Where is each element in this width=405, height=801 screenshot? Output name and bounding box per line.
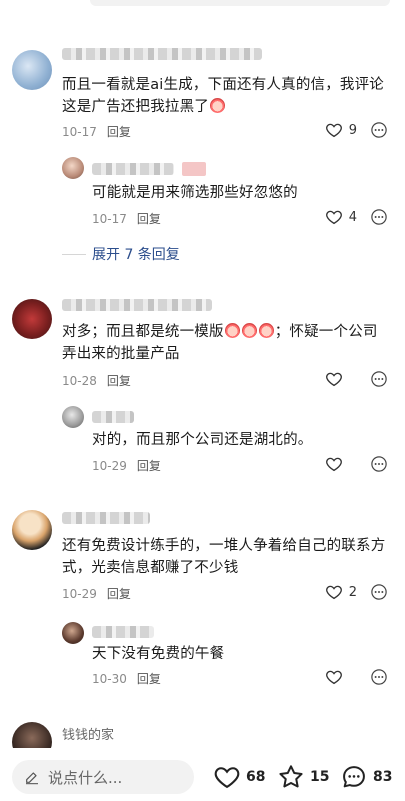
comment-date: 10-30 xyxy=(92,672,127,686)
comment-meta: 10-30 回复 xyxy=(92,670,161,687)
heart-icon xyxy=(214,767,240,789)
author-badge xyxy=(182,162,206,176)
crying-emoji-icon xyxy=(241,323,257,338)
like-button[interactable]: 9 xyxy=(325,121,357,139)
heart-icon xyxy=(325,123,342,138)
like-button[interactable] xyxy=(325,370,357,388)
comment-date: 10-17 xyxy=(62,125,97,139)
crying-emoji-icon xyxy=(258,323,274,338)
comment-meta: 10-17 回复 xyxy=(62,123,131,140)
more-options-icon[interactable] xyxy=(370,583,388,601)
comment-text: 还有免费设计练手的，一堆人争着给自己的联系方式，光卖信息都赚了不少钱 xyxy=(62,538,386,576)
reply-button[interactable]: 回复 xyxy=(137,672,161,686)
comment-text: 而且一看就是ai生成，下面还有人真的信，我评论这是广告还把我拉黑了 xyxy=(62,74,387,118)
crying-emoji-icon xyxy=(210,98,225,113)
comment-input-placeholder: 说点什么... xyxy=(48,768,123,787)
favorite-button[interactable]: 15 xyxy=(277,760,329,794)
divider xyxy=(62,253,86,255)
reply-button[interactable]: 回复 xyxy=(137,212,161,226)
bottom-action-bar: 说点什么... 68 15 83 xyxy=(0,748,405,801)
heart-icon xyxy=(326,457,342,472)
heart-icon xyxy=(326,670,342,685)
like-button[interactable]: 2 xyxy=(325,583,357,601)
crying-emoji-icon xyxy=(224,323,240,338)
more-options-icon[interactable] xyxy=(370,121,388,139)
reply-button[interactable]: 回复 xyxy=(137,459,161,473)
reply-button[interactable]: 回复 xyxy=(107,587,131,601)
comment-input[interactable]: 说点什么... xyxy=(12,760,194,794)
comment-text-part: 对多；而且都是统一模版 xyxy=(62,324,224,340)
avatar[interactable] xyxy=(12,50,52,90)
like-count: 9 xyxy=(348,122,357,138)
favorite-count: 15 xyxy=(310,769,330,785)
avatar[interactable] xyxy=(62,157,84,179)
comment-meta: 10-17 回复 xyxy=(92,210,161,227)
like-button[interactable]: 4 xyxy=(325,208,357,226)
post-like-count: 68 xyxy=(246,769,266,785)
more-options-icon[interactable] xyxy=(370,370,388,388)
comment-bubble-icon xyxy=(343,766,365,788)
like-count: 2 xyxy=(348,584,357,600)
star-icon xyxy=(279,765,303,788)
more-options-icon[interactable] xyxy=(370,455,388,473)
reply-button[interactable]: 回复 xyxy=(107,374,131,388)
author-name[interactable]: 钱钱的家 xyxy=(62,724,114,743)
reply-text: 天下没有免费的午餐 xyxy=(92,646,225,662)
author-name-blurred[interactable] xyxy=(62,512,150,524)
expand-replies-button[interactable]: 展开 7 条回复 xyxy=(62,244,180,264)
comment-meta: 10-28 回复 xyxy=(62,372,131,389)
reply-button[interactable]: 回复 xyxy=(107,125,131,139)
heart-icon xyxy=(326,372,342,387)
comment-count: 83 xyxy=(373,769,393,785)
author-name-blurred[interactable] xyxy=(92,411,134,423)
like-button[interactable] xyxy=(325,668,357,686)
comment-text: 对多；而且都是统一模版 ；怀疑一个公司弄出来的批量产品 xyxy=(62,321,387,365)
author-name-blurred[interactable] xyxy=(62,48,262,60)
comment-date: 10-29 xyxy=(92,459,127,473)
more-options-icon[interactable] xyxy=(370,668,388,686)
heart-icon xyxy=(325,210,342,225)
comment-meta: 10-29 回复 xyxy=(92,457,161,474)
comment-date: 10-29 xyxy=(62,587,97,601)
avatar[interactable] xyxy=(12,299,52,339)
avatar[interactable] xyxy=(62,622,84,644)
pencil-icon xyxy=(26,772,38,785)
avatar[interactable] xyxy=(12,510,52,550)
expand-replies-label: 展开 7 条回复 xyxy=(92,247,180,263)
author-name-blurred[interactable] xyxy=(62,299,212,311)
like-count: 4 xyxy=(348,209,357,225)
like-post-button[interactable]: 68 xyxy=(213,760,265,794)
comment-date: 10-28 xyxy=(62,374,97,388)
comment-date: 10-17 xyxy=(92,212,127,226)
heart-icon xyxy=(325,585,342,600)
comments-button[interactable]: 83 xyxy=(340,760,392,794)
more-options-icon[interactable] xyxy=(370,208,388,226)
author-name-blurred[interactable] xyxy=(92,163,174,175)
comment-meta: 10-29 回复 xyxy=(62,585,131,602)
previous-content-edge xyxy=(90,0,390,6)
reply-text: 对的，而且那个公司还是湖北的。 xyxy=(92,432,313,448)
reply-text: 可能就是用来筛选那些好忽悠的 xyxy=(92,185,298,201)
like-button[interactable] xyxy=(325,455,357,473)
avatar[interactable] xyxy=(62,406,84,428)
author-name-blurred[interactable] xyxy=(92,626,154,638)
